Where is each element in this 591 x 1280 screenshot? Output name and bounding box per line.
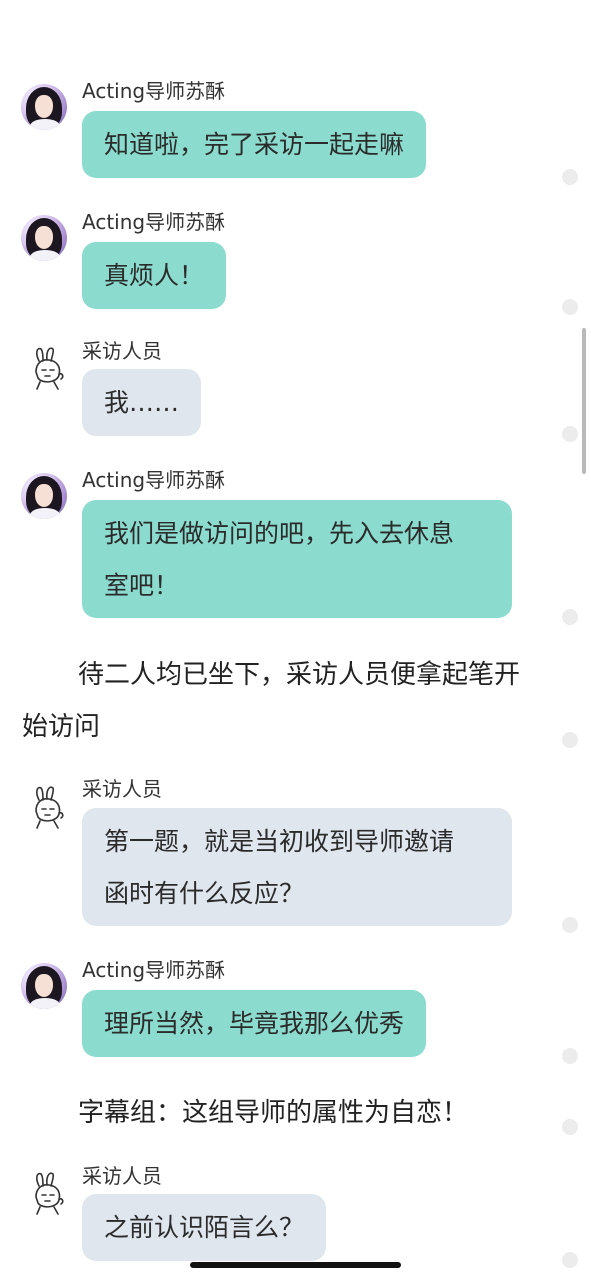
message-select-dot[interactable] (562, 169, 578, 185)
sender-name: Acting导师苏酥 (82, 468, 226, 492)
sender-name: Acting导师苏酥 (82, 79, 226, 103)
message-text: 我…… (104, 388, 180, 417)
message-select-dot[interactable] (562, 426, 578, 442)
mentor-avatar[interactable] (21, 473, 67, 519)
message-select-dot[interactable] (562, 917, 578, 933)
message-bubble[interactable]: 我…… (82, 369, 202, 436)
narration-text: 始访问 (22, 712, 101, 742)
message-bubble[interactable]: 知道啦，完了采访一起走嘛 (82, 111, 427, 178)
narration-select-dot[interactable] (562, 732, 578, 748)
scrollbar[interactable] (582, 328, 586, 474)
message-bubble[interactable]: 之前认识陌言么？ (82, 1194, 327, 1261)
bunny-avatar-icon[interactable] (26, 345, 72, 391)
message-select-dot[interactable] (562, 609, 578, 625)
sender-name: 采访人员 (82, 777, 162, 801)
message-select-dot[interactable] (562, 299, 578, 315)
sender-name: Acting导师苏酥 (82, 210, 226, 234)
message-text-line: 第一题，就是当初收到导师邀请 (104, 827, 455, 856)
narration-select-dot[interactable] (562, 1119, 578, 1135)
narration-text: 待二人均已坐下，采访人员便拿起笔开 (78, 660, 521, 690)
message-select-dot[interactable] (562, 1252, 578, 1268)
sender-name: Acting导师苏酥 (82, 958, 226, 982)
mentor-avatar[interactable] (21, 215, 67, 261)
message-text: 理所当然，毕竟我那么优秀 (104, 1009, 405, 1038)
narration-text: 字幕组：这组导师的属性为自恋！ (78, 1098, 469, 1128)
sender-name: 采访人员 (82, 1164, 162, 1188)
message-bubble[interactable]: 第一题，就是当初收到导师邀请 函时有什么反应？ (82, 808, 512, 926)
message-text-line: 我们是做访问的吧，先入去休息 (104, 519, 455, 548)
message-text: 知道啦，完了采访一起走嘛 (104, 130, 405, 159)
message-bubble[interactable]: 真烦人！ (82, 242, 227, 309)
mentor-avatar[interactable] (21, 963, 67, 1009)
message-bubble[interactable]: 理所当然，毕竟我那么优秀 (82, 990, 427, 1057)
message-text: 之前认识陌言么？ (104, 1213, 305, 1242)
mentor-avatar[interactable] (21, 84, 67, 130)
message-text: 真烦人！ (104, 261, 205, 290)
home-indicator[interactable] (190, 1262, 401, 1268)
message-text-line: 室吧！ (104, 571, 180, 600)
message-select-dot[interactable] (562, 1048, 578, 1064)
sender-name: 采访人员 (82, 339, 162, 363)
bunny-avatar-icon[interactable] (26, 1170, 72, 1216)
message-text-line: 函时有什么反应？ (104, 879, 305, 908)
message-bubble[interactable]: 我们是做访问的吧，先入去休息 室吧！ (82, 500, 512, 618)
bunny-avatar-icon[interactable] (26, 784, 72, 830)
